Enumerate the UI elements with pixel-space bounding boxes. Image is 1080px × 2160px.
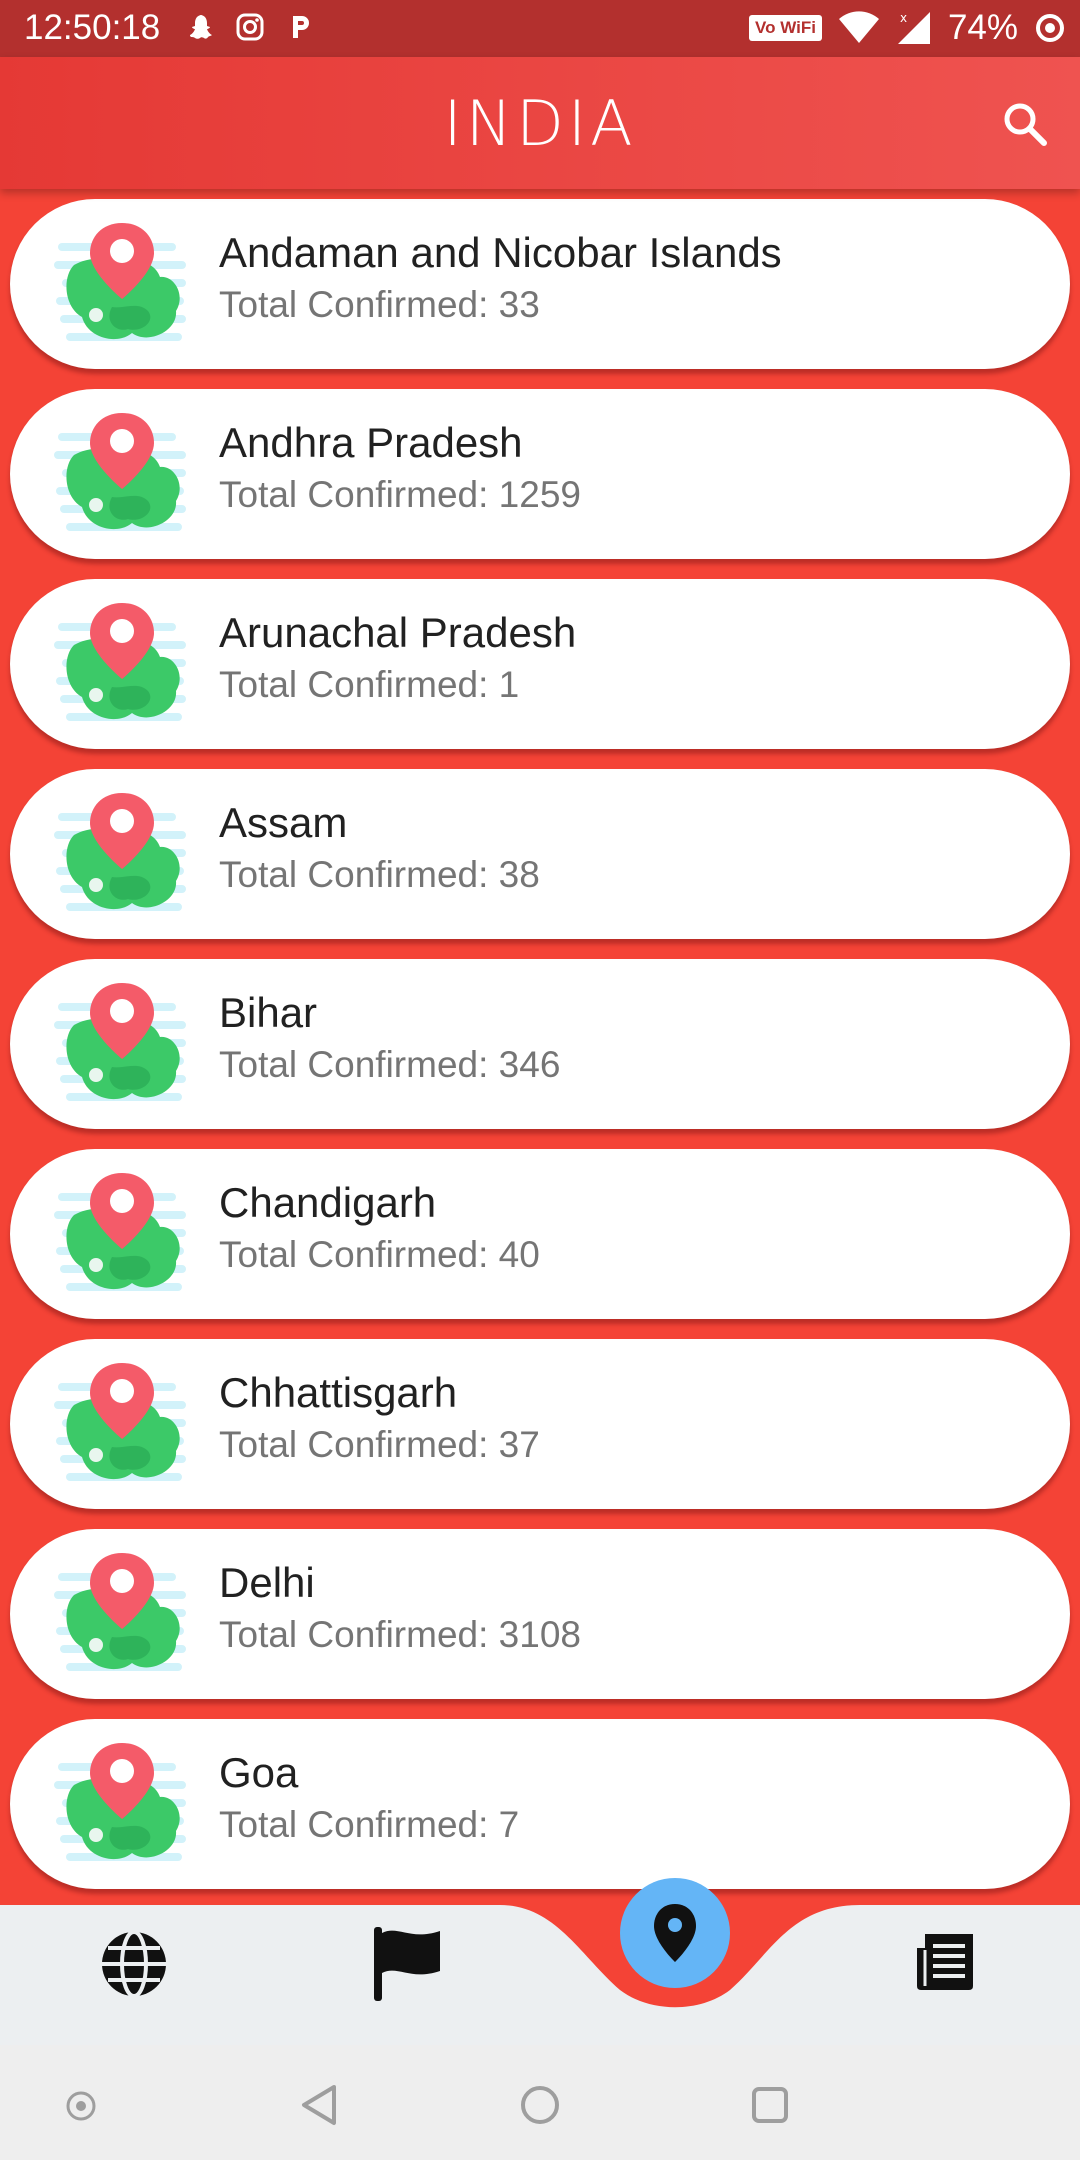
- state-total-confirmed: Total Confirmed: 38: [219, 854, 540, 895]
- state-card[interactable]: Goa Total Confirmed: 7: [10, 1719, 1070, 1889]
- status-time: 12:50:18: [24, 8, 161, 47]
- map-pin-illustration-icon: [54, 983, 186, 1101]
- flag-icon[interactable]: [370, 1925, 442, 2003]
- map-pin-illustration-icon: [54, 223, 186, 341]
- state-card[interactable]: Arunachal Pradesh Total Confirmed: 1: [10, 579, 1070, 749]
- location-pin-icon: [654, 1904, 696, 1962]
- state-total-confirmed: Total Confirmed: 3108: [219, 1614, 581, 1655]
- map-pin-illustration-icon: [54, 1363, 186, 1481]
- signal-icon: x: [897, 11, 930, 44]
- vowifi-badge: Vo WiFi: [749, 15, 822, 41]
- state-card[interactable]: Delhi Total Confirmed: 3108: [10, 1529, 1070, 1699]
- location-tab-button[interactable]: [620, 1878, 730, 1988]
- state-total-confirmed: Total Confirmed: 1: [219, 664, 520, 705]
- newspaper-icon[interactable]: [915, 1932, 975, 1992]
- state-name: Arunachal Pradesh: [219, 609, 577, 656]
- system-navigation-bar: [0, 2045, 1080, 2160]
- state-total-confirmed: Total Confirmed: 7: [219, 1804, 520, 1845]
- map-pin-illustration-icon: [54, 603, 186, 721]
- map-pin-illustration-icon: [54, 1743, 186, 1861]
- map-pin-illustration-icon: [54, 1553, 186, 1671]
- state-total-confirmed: Total Confirmed: 33: [219, 284, 540, 325]
- snapchat-icon: [190, 15, 212, 39]
- page-title: INDIA: [443, 87, 637, 160]
- state-name: Andaman and Nicobar Islands: [219, 229, 782, 276]
- globe-icon[interactable]: [98, 1928, 170, 2000]
- instagram-icon: [236, 13, 264, 41]
- back-icon[interactable]: [298, 2083, 340, 2127]
- map-pin-illustration-icon: [54, 1173, 186, 1291]
- map-pin-illustration-icon: [54, 793, 186, 911]
- svg-text:x: x: [900, 11, 907, 25]
- state-name: Chandigarh: [219, 1179, 437, 1226]
- state-total-confirmed: Total Confirmed: 1259: [219, 474, 581, 515]
- state-name: Assam: [219, 799, 348, 846]
- state-card[interactable]: Andhra Pradesh Total Confirmed: 1259: [10, 389, 1070, 559]
- notification-icons: [185, 12, 315, 42]
- map-pin-illustration-icon: [54, 413, 186, 531]
- home-icon[interactable]: [518, 2083, 562, 2127]
- app-bar: INDIA: [0, 57, 1080, 189]
- search-icon[interactable]: [1000, 99, 1050, 149]
- battery-percent: 74%: [947, 8, 1018, 47]
- state-name: Andhra Pradesh: [219, 419, 523, 466]
- battery-saver-icon: [1036, 14, 1064, 42]
- state-card[interactable]: Chhattisgarh Total Confirmed: 37: [10, 1339, 1070, 1509]
- state-card[interactable]: Chandigarh Total Confirmed: 40: [10, 1149, 1070, 1319]
- state-card[interactable]: Andaman and Nicobar Islands Total Confir…: [10, 199, 1070, 369]
- state-name: Delhi: [219, 1559, 315, 1606]
- status-bar: 12:50:18 Vo WiFi x 74%: [0, 0, 1080, 57]
- system-status-icons: Vo WiFi x 74%: [749, 8, 1066, 48]
- state-total-confirmed: Total Confirmed: 40: [219, 1234, 540, 1275]
- state-total-confirmed: Total Confirmed: 346: [219, 1044, 561, 1085]
- state-card[interactable]: Assam Total Confirmed: 38: [10, 769, 1070, 939]
- state-name: Chhattisgarh: [219, 1369, 458, 1416]
- wifi-icon: [838, 11, 879, 43]
- state-name: Goa: [219, 1749, 299, 1796]
- assistant-dot-icon[interactable]: [64, 2089, 98, 2123]
- state-card[interactable]: Bihar Total Confirmed: 346: [10, 959, 1070, 1129]
- recents-icon[interactable]: [750, 2085, 790, 2125]
- paytm-icon: [293, 16, 309, 38]
- state-total-confirmed: Total Confirmed: 37: [219, 1424, 540, 1465]
- state-name: Bihar: [219, 989, 318, 1036]
